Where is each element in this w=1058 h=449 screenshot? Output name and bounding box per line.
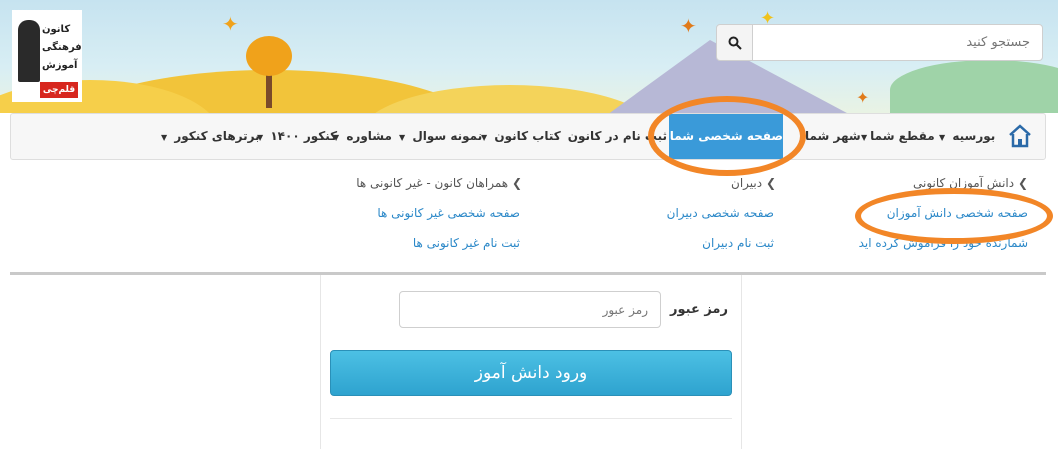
nav-item-label: بورسیه	[952, 129, 996, 143]
highlight-ring	[855, 188, 1053, 244]
logo[interactable]: کانون فرهنگی آموزش قلم‌چی	[12, 10, 82, 102]
dropdown-title-text: همراهان کانون - غیر کانونی ها	[356, 176, 509, 190]
password-input[interactable]	[399, 291, 661, 328]
chevron-right-icon: ❯	[765, 176, 776, 190]
password-label: رمز عبور	[670, 302, 728, 317]
logo-text-line: فرهنگی	[42, 42, 82, 53]
nav-item-label: مقطع شما	[870, 129, 935, 143]
nav-item-top-ranks[interactable]: برترهای کنکور ▼	[161, 114, 260, 159]
nav-item-label: مشاوره	[346, 129, 392, 143]
chevron-right-icon: ❯	[511, 176, 522, 190]
dropdown-column-title: ❯ همراهان کانون - غیر کانونی ها	[356, 176, 522, 190]
logo-figure	[18, 20, 40, 82]
header-banner: ✦ ✦ ✦ ✦ کانون فرهنگی آموزش قلم‌چی	[0, 0, 1058, 113]
link-non-member-registration[interactable]: ثبت نام غیر کانونی ها	[413, 236, 520, 250]
nav-item-label: کنکور ۱۴۰۰	[270, 129, 338, 143]
search-icon	[728, 36, 742, 50]
nav-item-label: برترهای کنکور	[174, 129, 260, 143]
link-teacher-personal-page[interactable]: صفحه شخصی دبیران	[667, 206, 774, 220]
nav-item-grade[interactable]: مقطع شما▼	[861, 114, 935, 159]
banner-hill	[890, 60, 1058, 113]
nav-item-label: نمونه سوال	[412, 129, 483, 143]
student-login-button[interactable]: ورود دانش آموز	[330, 350, 732, 396]
caret-down-icon: ▼	[861, 133, 868, 142]
search-button[interactable]	[716, 24, 753, 61]
logo-text-line: کانون	[42, 24, 71, 35]
search-box	[716, 24, 1043, 61]
nav-item-counseling[interactable]: مشاوره ▼	[333, 114, 392, 159]
link-teacher-registration[interactable]: ثبت نام دبیران	[702, 236, 774, 250]
tree-crown	[246, 36, 292, 76]
caret-down-icon: ▼	[399, 133, 406, 142]
nav-item-konkur-1400[interactable]: کنکور ۱۴۰۰ ▼	[257, 114, 337, 159]
nav-item-city[interactable]: شهر شما	[805, 114, 861, 159]
dropdown-title-text: دبیران	[731, 176, 763, 190]
link-non-member-personal-page[interactable]: صفحه شخصی غیر کانونی ها	[377, 206, 520, 220]
divider	[330, 418, 732, 419]
logo-badge: قلم‌چی	[40, 82, 78, 98]
home-button[interactable]	[1007, 122, 1033, 150]
nav-item-books[interactable]: کتاب کانون ▼	[481, 114, 561, 159]
dropdown-column-title: ❯ دبیران	[731, 176, 776, 190]
leaf-icon: ✦	[680, 14, 697, 38]
search-input[interactable]	[752, 24, 1043, 61]
caret-down-icon: ▼	[161, 133, 168, 142]
highlight-ring	[648, 96, 806, 176]
logo-text-line: آموزش	[42, 60, 78, 71]
leaf-icon: ✦	[856, 88, 870, 107]
nav-item-label: کتاب کانون	[494, 129, 561, 143]
nav-item-label: شهر شما	[805, 129, 861, 143]
nav-item-scholarship[interactable]: بورسیه ▼	[939, 114, 995, 159]
caret-down-icon: ▼	[939, 133, 946, 142]
main-nav: بورسیه ▼ مقطع شما▼ شهر شما صفحه شخصی شما…	[10, 113, 1046, 160]
leaf-icon: ✦	[222, 12, 239, 36]
home-icon	[1009, 124, 1031, 148]
nav-item-sample-questions[interactable]: نمونه سوال ▼	[399, 114, 482, 159]
chevron-right-icon: ❯	[1017, 176, 1028, 190]
